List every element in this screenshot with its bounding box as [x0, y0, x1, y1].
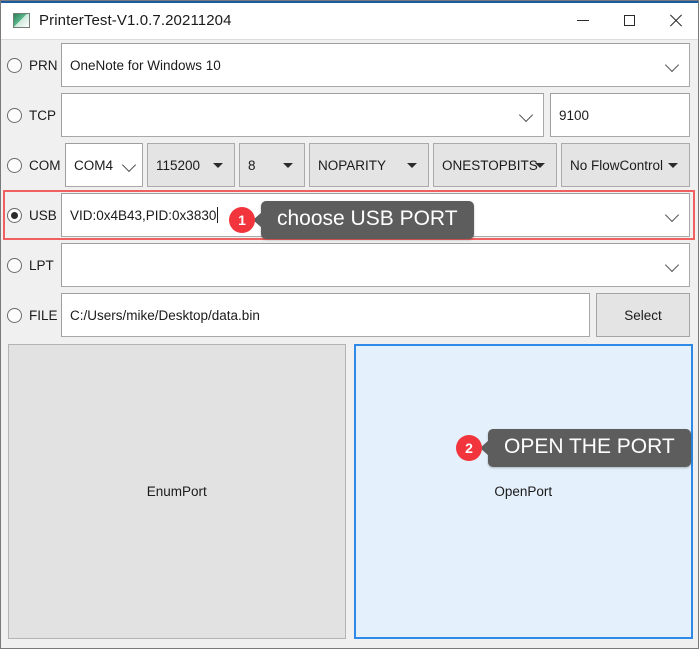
radio-label-tcp: TCP	[29, 108, 56, 123]
radio-tcp[interactable]	[7, 108, 22, 123]
radio-label-usb: USB	[29, 208, 57, 223]
com-databits-value: 8	[240, 158, 256, 173]
file-path-input[interactable]: C:/Users/mike/Desktop/data.bin	[61, 293, 590, 337]
radio-label-lpt: LPT	[29, 258, 54, 273]
com-parity-combo[interactable]: NOPARITY	[309, 143, 429, 187]
maximize-icon	[624, 15, 635, 26]
com-port-value: COM4	[66, 158, 113, 173]
row-tcp: TCP 9100	[1, 90, 698, 140]
radio-cell-file[interactable]: FILE	[1, 308, 61, 323]
chevron-down-icon	[519, 108, 533, 122]
com-flowcontrol-value: No FlowControl	[562, 158, 663, 173]
row-com: COM COM4 115200 8 NOPARITY ONESTOPBITS	[1, 140, 698, 190]
window-title: PrinterTest-V1.0.7.20211204	[39, 12, 232, 29]
window-controls	[560, 1, 698, 39]
minimize-icon	[577, 20, 589, 21]
com-databits-combo[interactable]: 8	[239, 143, 305, 187]
tcp-address-combo[interactable]	[61, 93, 544, 137]
enum-port-button[interactable]: EnumPort	[8, 344, 346, 639]
lpt-device-combo[interactable]	[61, 243, 690, 287]
triangle-down-icon	[283, 163, 293, 168]
close-icon	[669, 14, 682, 27]
file-path-value: C:/Users/mike/Desktop/data.bin	[62, 308, 260, 323]
radio-prn[interactable]	[7, 58, 22, 73]
callout-open-the-port: 2 OPEN THE PORT	[456, 429, 691, 467]
tcp-port-input[interactable]: 9100	[550, 93, 690, 137]
radio-usb[interactable]	[7, 208, 22, 223]
tcp-port-value: 9100	[551, 108, 589, 123]
minimize-button[interactable]	[560, 1, 606, 39]
chevron-down-icon	[122, 158, 136, 172]
radio-label-prn: PRN	[29, 58, 58, 73]
chevron-down-icon	[665, 58, 679, 72]
radio-cell-lpt[interactable]: LPT	[1, 258, 61, 273]
com-stopbits-combo[interactable]: ONESTOPBITS	[433, 143, 557, 187]
text-caret	[217, 207, 218, 223]
radio-cell-tcp[interactable]: TCP	[1, 108, 61, 123]
enum-port-label: EnumPort	[147, 484, 207, 499]
radio-cell-usb[interactable]: USB	[1, 208, 61, 223]
open-port-button[interactable]: OpenPort	[354, 344, 694, 639]
com-baud-combo[interactable]: 115200	[147, 143, 235, 187]
radio-label-com: COM	[29, 158, 61, 173]
triangle-down-icon	[668, 163, 678, 168]
chevron-down-icon	[665, 208, 679, 222]
triangle-down-icon	[535, 163, 545, 168]
radio-file[interactable]	[7, 308, 22, 323]
triangle-down-icon	[407, 163, 417, 168]
printer-test-window: PrinterTest-V1.0.7.20211204 PRN OneNote …	[0, 0, 699, 649]
usb-device-value: VID:0x4B43,PID:0x3830	[62, 208, 216, 223]
callout-text-1: choose USB PORT	[261, 201, 474, 239]
radio-label-file: FILE	[29, 308, 58, 323]
prn-printer-combo[interactable]: OneNote for Windows 10	[61, 43, 690, 87]
radio-cell-prn[interactable]: PRN	[1, 58, 61, 73]
com-baud-value: 115200	[148, 158, 200, 173]
close-button[interactable]	[652, 1, 698, 39]
open-port-label: OpenPort	[494, 484, 552, 499]
chevron-down-icon	[665, 258, 679, 272]
row-file: FILE C:/Users/mike/Desktop/data.bin Sele…	[1, 290, 698, 340]
com-port-combo[interactable]: COM4	[65, 143, 143, 187]
prn-printer-value: OneNote for Windows 10	[62, 58, 221, 73]
com-flowcontrol-combo[interactable]: No FlowControl	[561, 143, 690, 187]
com-stopbits-value: ONESTOPBITS	[434, 158, 538, 173]
callout-badge-1: 1	[229, 207, 255, 233]
select-file-button[interactable]: Select	[596, 293, 690, 337]
callout-badge-2: 2	[456, 435, 482, 461]
row-lpt: LPT	[1, 240, 698, 290]
com-parity-value: NOPARITY	[310, 158, 386, 173]
radio-com[interactable]	[7, 158, 22, 173]
action-panels: EnumPort OpenPort	[1, 340, 698, 645]
port-selection-form: PRN OneNote for Windows 10 TCP 9100	[1, 40, 698, 340]
app-icon	[13, 13, 30, 28]
radio-cell-com[interactable]: COM	[1, 158, 61, 173]
title-bar: PrinterTest-V1.0.7.20211204	[1, 1, 698, 40]
row-prn: PRN OneNote for Windows 10	[1, 40, 698, 90]
callout-choose-usb-port: 1 choose USB PORT	[229, 201, 474, 239]
triangle-down-icon	[213, 163, 223, 168]
radio-lpt[interactable]	[7, 258, 22, 273]
maximize-button[interactable]	[606, 1, 652, 39]
callout-text-2: OPEN THE PORT	[488, 429, 691, 467]
